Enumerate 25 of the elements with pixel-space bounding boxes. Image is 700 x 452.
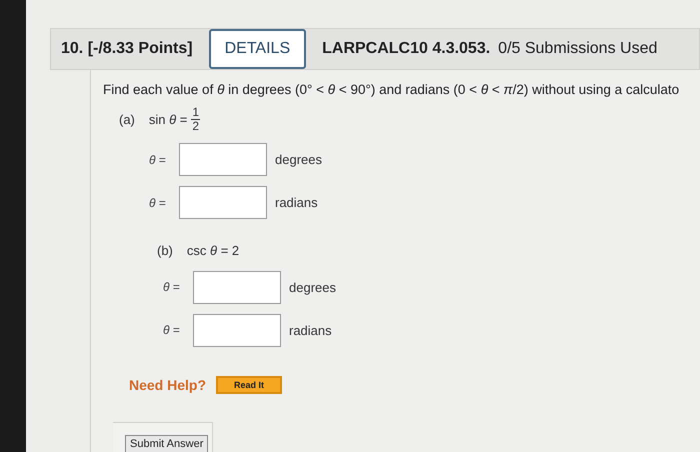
- theta-equals-label: θ =: [163, 279, 181, 296]
- details-button[interactable]: DETAILS: [208, 29, 306, 69]
- unit-label: degrees: [289, 278, 336, 297]
- theta-equals-label: θ =: [149, 194, 167, 212]
- instructions-text: Find each value of θ in degrees (0° < θ < 90°) and radians (0 < θ < π/2) without using a calculato: [103, 81, 680, 99]
- unit-label: degrees: [275, 151, 322, 169]
- equation-text: sin θ =: [148, 111, 188, 129]
- problem-code: LARPCALC10 4.3.053.: [322, 39, 490, 59]
- part-label: (b): [157, 242, 173, 260]
- read-it-button[interactable]: Read It: [216, 376, 282, 394]
- question-number: 10. [-/8.33 Points]: [61, 39, 193, 59]
- answer-field[interactable]: [179, 186, 267, 220]
- answer-field[interactable]: [193, 270, 281, 304]
- answer-field[interactable]: [179, 143, 267, 176]
- submissions-count: 0/5 Submissions Used: [498, 39, 658, 59]
- fraction: 1 2: [191, 106, 200, 134]
- unit-label: radians: [289, 322, 332, 340]
- part-label: (a): [119, 111, 135, 129]
- theta-equals-label: θ =: [163, 322, 181, 340]
- need-help-label: Need Help?: [129, 376, 206, 395]
- answer-field[interactable]: [193, 314, 281, 347]
- submit-answer-button[interactable]: Submit Answer: [125, 434, 208, 452]
- equation-text: csc θ = 2: [186, 242, 240, 260]
- theta-equals-label: θ =: [149, 152, 167, 169]
- unit-label: radians: [275, 194, 318, 212]
